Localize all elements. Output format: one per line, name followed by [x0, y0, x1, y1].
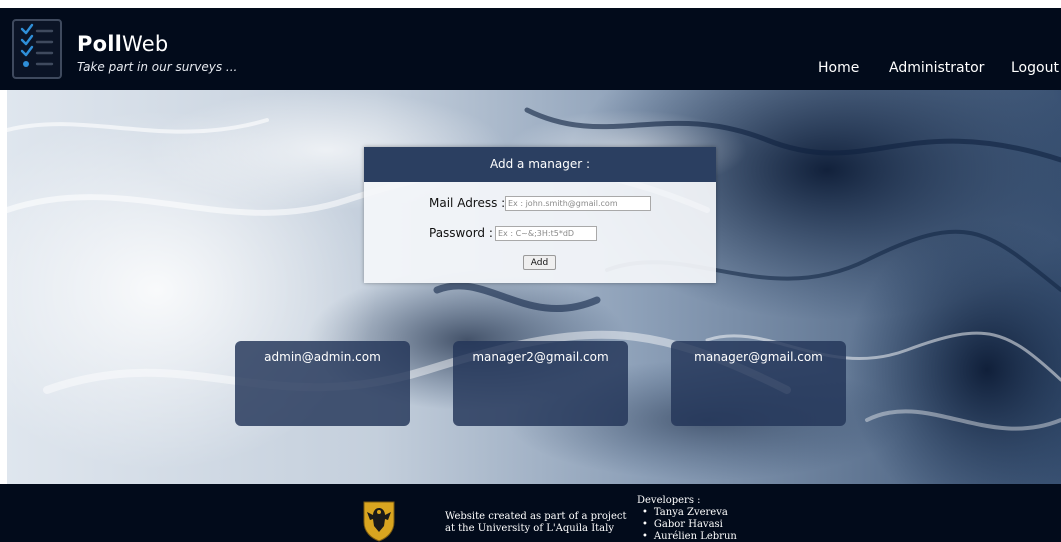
password-input[interactable] [495, 226, 597, 241]
brand-name: PollWeb [77, 32, 168, 56]
add-manager-button[interactable]: Add [523, 255, 556, 270]
brand-name-bold: Poll [77, 32, 123, 56]
developers-title: Developers : [637, 495, 701, 506]
form-title: Add a manager : [364, 147, 716, 182]
developer-item: Gabor Havasi [642, 519, 737, 531]
top-header: PollWeb Take part in our surveys ... Hom… [0, 8, 1061, 90]
manager-email: admin@admin.com [264, 350, 381, 364]
mail-address-input[interactable] [505, 196, 651, 211]
footer-project-line: at the University of L'Aquila Italy [445, 523, 614, 534]
developer-item: Aurélien Lebrun [642, 531, 737, 542]
nav-administrator-link[interactable]: Administrator [889, 60, 984, 76]
manager-card[interactable]: admin@admin.com [235, 341, 410, 426]
password-label: Password : [429, 226, 493, 240]
manager-card[interactable]: manager2@gmail.com [453, 341, 628, 426]
developer-item: Tanya Zvereva [642, 507, 737, 519]
university-crest-icon [363, 501, 395, 542]
manager-email: manager2@gmail.com [472, 350, 609, 364]
site-footer: Website created as part of a project at … [0, 484, 1061, 542]
developers-list: Tanya Zvereva Gabor Havasi Aurélien Lebr… [642, 507, 737, 542]
developers-block: Developers : Tanya Zvereva Gabor Havasi … [637, 495, 737, 542]
nav-logout-link[interactable]: Logout [1011, 60, 1059, 76]
footer-project-line: Website created as part of a project [445, 511, 627, 522]
main-nav: Home Administrator Logout [0, 60, 1061, 80]
footer-project-text: Website created as part of a project at … [445, 511, 627, 535]
mail-address-label: Mail Adress : [429, 196, 506, 210]
manager-card[interactable]: manager@gmail.com [671, 341, 846, 426]
manager-email: manager@gmail.com [694, 350, 823, 364]
add-manager-form: Add a manager : Mail Adress : Password :… [364, 147, 716, 283]
brand-name-light: Web [122, 32, 169, 56]
nav-home-link[interactable]: Home [818, 60, 859, 76]
